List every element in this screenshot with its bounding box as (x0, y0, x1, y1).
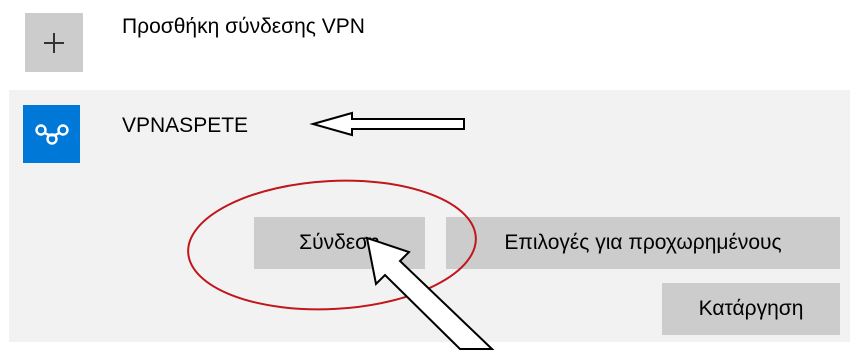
add-vpn-label[interactable]: Προσθήκη σύνδεσης VPN (122, 14, 365, 40)
vpn-link-icon (34, 124, 69, 145)
plus-icon (44, 32, 64, 53)
vpn-connection-name: VPNASPETE (122, 114, 249, 137)
advanced-options-button[interactable]: Επιλογές για προχωρημένους (446, 217, 840, 269)
vpn-connection-icon-tile (23, 105, 80, 163)
remove-button[interactable]: Κατάργηση (662, 283, 840, 335)
connect-button[interactable]: Σύνδεση (254, 217, 425, 269)
add-vpn-button[interactable] (25, 13, 83, 72)
